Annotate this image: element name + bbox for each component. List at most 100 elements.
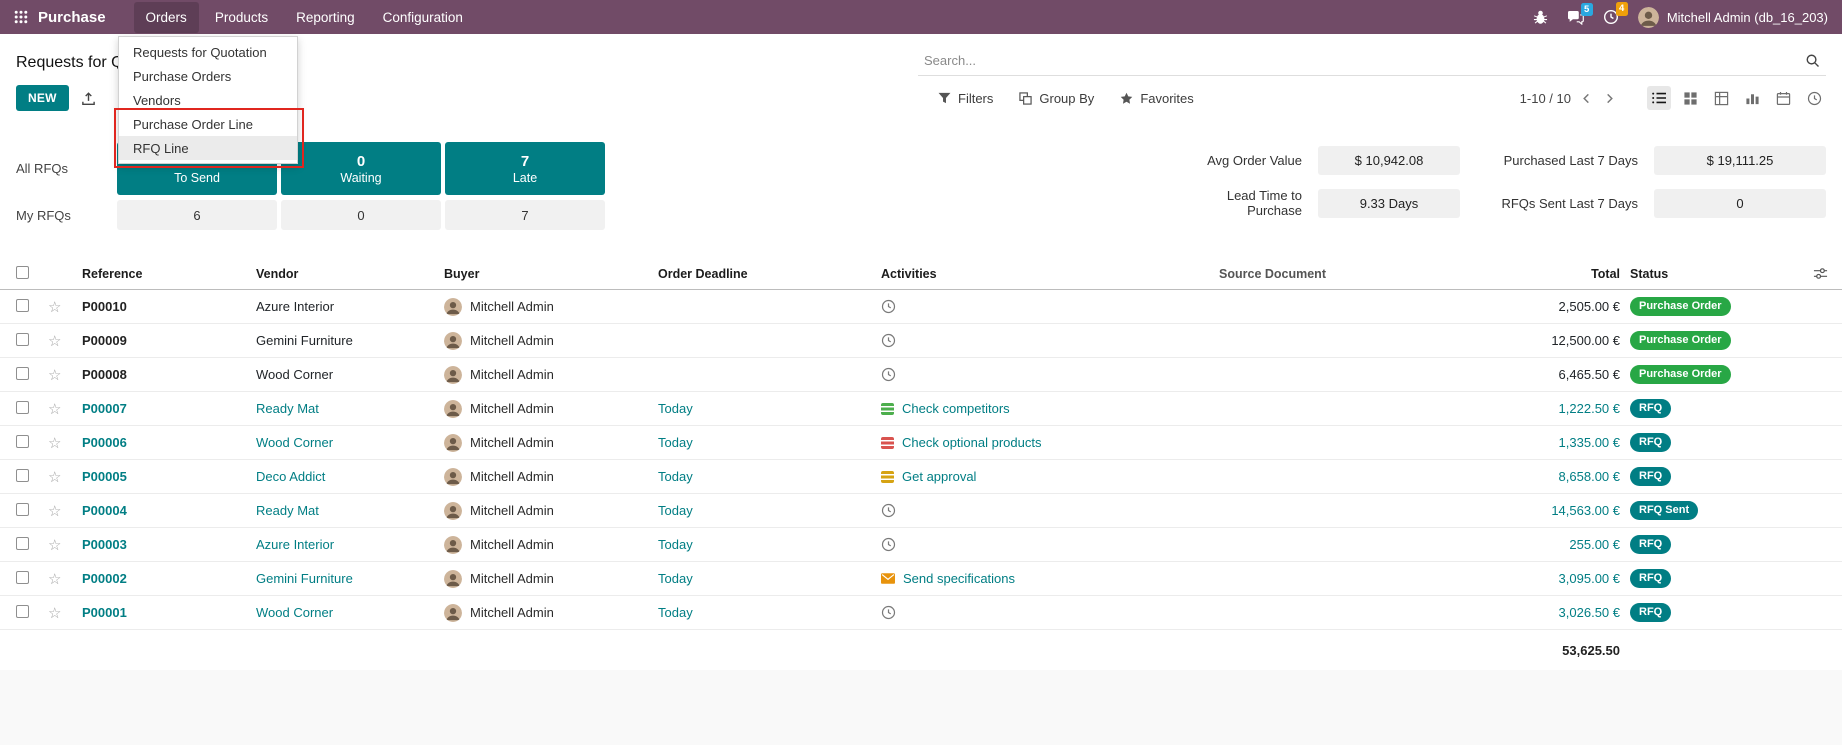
row-checkbox[interactable] <box>16 571 29 584</box>
activity-clock-icon[interactable] <box>881 605 896 620</box>
table-row[interactable]: ☆ P00008 Wood Corner Mitchell Admin 6,46… <box>0 358 1842 392</box>
my-to-send-value[interactable]: 6 <box>117 200 277 230</box>
row-checkbox[interactable] <box>16 401 29 414</box>
reference-cell[interactable]: P00002 <box>82 571 256 586</box>
card-waiting[interactable]: 0 Waiting <box>281 142 441 195</box>
menu-item-purchase-order-line[interactable]: Purchase Order Line <box>119 112 297 136</box>
buyer-cell[interactable]: Mitchell Admin <box>444 366 658 384</box>
my-waiting-value[interactable]: 0 <box>281 200 441 230</box>
activity-type-icon[interactable] <box>881 403 894 415</box>
reference-cell[interactable]: P00009 <box>82 333 256 348</box>
row-checkbox[interactable] <box>16 503 29 516</box>
group-by-button[interactable]: Group By <box>1019 91 1094 106</box>
row-checkbox[interactable] <box>16 435 29 448</box>
activity-clock-icon[interactable] <box>881 537 896 552</box>
vendor-cell[interactable]: Azure Interior <box>256 299 444 314</box>
optional-columns-icon[interactable] <box>1813 266 1828 281</box>
new-button[interactable]: NEW <box>16 85 69 111</box>
reference-cell[interactable]: P00010 <box>82 299 256 314</box>
table-row[interactable]: ☆ P00007 Ready Mat Mitchell Admin Today … <box>0 392 1842 426</box>
buyer-cell[interactable]: Mitchell Admin <box>444 298 658 316</box>
kanban-view-icon[interactable] <box>1678 86 1702 110</box>
vendor-cell[interactable]: Gemini Furniture <box>256 333 444 348</box>
table-row[interactable]: ☆ P00004 Ready Mat Mitchell Admin Today … <box>0 494 1842 528</box>
favorite-star-icon[interactable]: ☆ <box>48 503 61 520</box>
buyer-cell[interactable]: Mitchell Admin <box>444 570 658 588</box>
favorite-star-icon[interactable]: ☆ <box>48 401 61 418</box>
list-view-icon[interactable] <box>1647 86 1671 110</box>
column-header-source-document[interactable]: Source Document <box>1105 267 1440 281</box>
table-row[interactable]: ☆ P00006 Wood Corner Mitchell Admin Toda… <box>0 426 1842 460</box>
row-checkbox[interactable] <box>16 333 29 346</box>
table-row[interactable]: ☆ P00003 Azure Interior Mitchell Admin T… <box>0 528 1842 562</box>
buyer-cell[interactable]: Mitchell Admin <box>444 332 658 350</box>
favorite-star-icon[interactable]: ☆ <box>48 605 61 622</box>
buyer-cell[interactable]: Mitchell Admin <box>444 536 658 554</box>
pager-previous-icon[interactable] <box>1579 91 1594 106</box>
reference-cell[interactable]: P00001 <box>82 605 256 620</box>
activity-type-icon[interactable] <box>881 471 894 483</box>
vendor-cell[interactable]: Deco Addict <box>256 469 444 484</box>
activity-cell[interactable] <box>881 605 1105 620</box>
column-header-reference[interactable]: Reference <box>82 267 256 281</box>
row-checkbox[interactable] <box>16 605 29 618</box>
activity-envelope-icon[interactable] <box>881 573 895 584</box>
column-header-buyer[interactable]: Buyer <box>444 267 658 281</box>
menu-configuration[interactable]: Configuration <box>371 2 475 33</box>
card-late[interactable]: 7 Late <box>445 142 605 195</box>
activities-clock-icon[interactable]: 4 <box>1603 9 1619 25</box>
favorite-star-icon[interactable]: ☆ <box>48 367 61 384</box>
vendor-cell[interactable]: Ready Mat <box>256 401 444 416</box>
activity-cell[interactable]: Send specifications <box>881 571 1105 586</box>
buyer-cell[interactable]: Mitchell Admin <box>444 604 658 622</box>
calendar-view-icon[interactable] <box>1771 86 1795 110</box>
activity-type-icon[interactable] <box>881 437 894 449</box>
pivot-view-icon[interactable] <box>1709 86 1733 110</box>
messages-icon[interactable]: 5 <box>1567 10 1584 25</box>
menu-item-vendors[interactable]: Vendors <box>119 88 297 112</box>
favorite-star-icon[interactable]: ☆ <box>48 469 61 486</box>
favorites-button[interactable]: Favorites <box>1120 91 1193 106</box>
vendor-cell[interactable]: Azure Interior <box>256 537 444 552</box>
activity-cell[interactable] <box>881 333 1105 348</box>
buyer-cell[interactable]: Mitchell Admin <box>444 400 658 418</box>
table-row[interactable]: ☆ P00005 Deco Addict Mitchell Admin Toda… <box>0 460 1842 494</box>
reference-cell[interactable]: P00005 <box>82 469 256 484</box>
column-header-total[interactable]: Total <box>1440 267 1622 281</box>
reference-cell[interactable]: P00004 <box>82 503 256 518</box>
menu-reporting[interactable]: Reporting <box>284 2 367 33</box>
vendor-cell[interactable]: Wood Corner <box>256 367 444 382</box>
vendor-cell[interactable]: Gemini Furniture <box>256 571 444 586</box>
upload-icon[interactable] <box>81 91 96 106</box>
activity-clock-icon[interactable] <box>881 503 896 518</box>
reference-cell[interactable]: P00008 <box>82 367 256 382</box>
vendor-cell[interactable]: Wood Corner <box>256 605 444 620</box>
select-all-checkbox[interactable] <box>16 266 29 279</box>
pager-value[interactable]: 1-10 / 10 <box>1520 91 1571 106</box>
activity-view-icon[interactable] <box>1802 86 1826 110</box>
activity-clock-icon[interactable] <box>881 333 896 348</box>
buyer-cell[interactable]: Mitchell Admin <box>444 468 658 486</box>
activity-clock-icon[interactable] <box>881 299 896 314</box>
graph-view-icon[interactable] <box>1740 86 1764 110</box>
activity-clock-icon[interactable] <box>881 367 896 382</box>
search-icon[interactable] <box>1805 53 1820 68</box>
column-header-status[interactable]: Status <box>1622 267 1800 281</box>
menu-item-requests-for-quotation[interactable]: Requests for Quotation <box>119 40 297 64</box>
buyer-cell[interactable]: Mitchell Admin <box>444 502 658 520</box>
activity-label[interactable]: Send specifications <box>903 571 1015 586</box>
vendor-cell[interactable]: Wood Corner <box>256 435 444 450</box>
vendor-cell[interactable]: Ready Mat <box>256 503 444 518</box>
activity-cell[interactable] <box>881 503 1105 518</box>
column-header-order-deadline[interactable]: Order Deadline <box>658 267 881 281</box>
favorite-star-icon[interactable]: ☆ <box>48 435 61 452</box>
pager-next-icon[interactable] <box>1602 91 1617 106</box>
favorite-star-icon[interactable]: ☆ <box>48 299 61 316</box>
column-header-activities[interactable]: Activities <box>881 267 1105 281</box>
table-row[interactable]: ☆ P00009 Gemini Furniture Mitchell Admin… <box>0 324 1842 358</box>
activity-cell[interactable] <box>881 367 1105 382</box>
apps-grid-icon[interactable] <box>14 10 28 24</box>
table-row[interactable]: ☆ P00001 Wood Corner Mitchell Admin Toda… <box>0 596 1842 630</box>
activity-cell[interactable] <box>881 299 1105 314</box>
activity-cell[interactable] <box>881 537 1105 552</box>
